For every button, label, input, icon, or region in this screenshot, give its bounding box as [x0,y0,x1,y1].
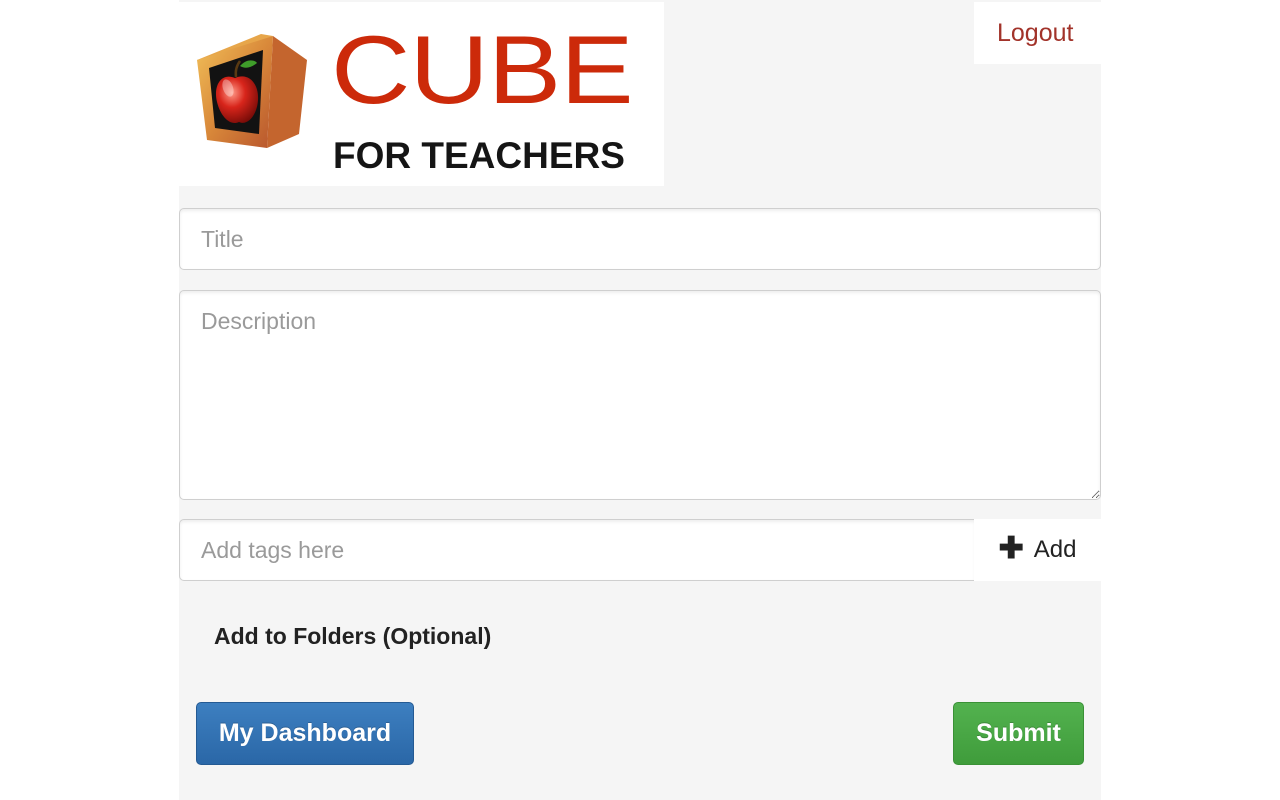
logo-tagline: FOR TEACHERS [333,135,625,176]
add-tag-button[interactable]: ✚ Add [974,519,1101,581]
logo: CUBE FOR TEACHERS [179,2,664,186]
tags-input[interactable] [179,519,975,581]
add-tag-label: Add [1033,536,1077,563]
description-textarea[interactable] [179,290,1101,500]
apple-cube-icon [197,34,307,148]
logout-link[interactable]: Logout [997,19,1073,48]
logo-wordmark: CUBE [331,15,634,125]
plus-icon: ✚ [998,531,1024,565]
add-to-folders-label: Add to Folders (Optional) [214,623,492,649]
title-input[interactable] [179,208,1101,270]
logout-container: Logout [974,2,1101,64]
my-dashboard-button[interactable]: My Dashboard [196,702,414,765]
submit-button[interactable]: Submit [953,702,1084,765]
